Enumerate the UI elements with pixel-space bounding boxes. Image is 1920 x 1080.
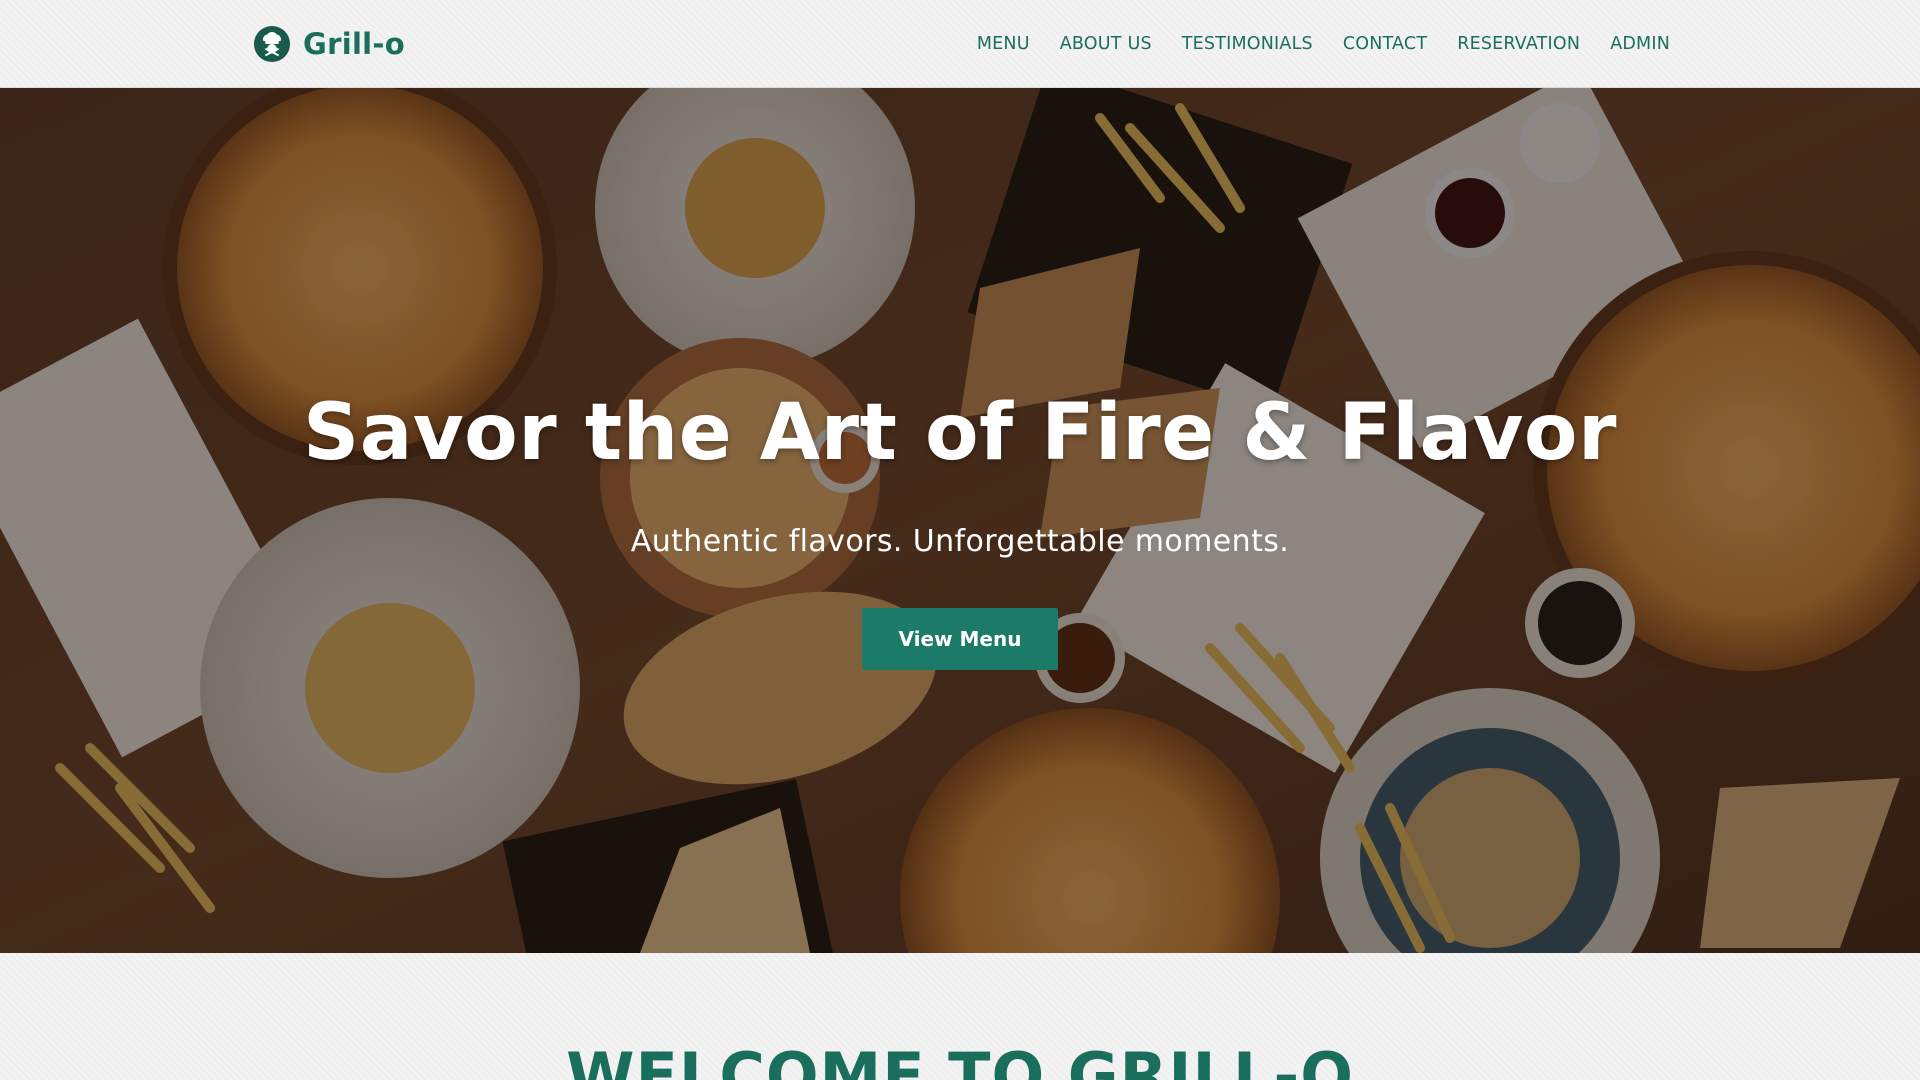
nav-item-menu[interactable]: MENU	[977, 30, 1030, 58]
view-menu-button[interactable]: View Menu	[862, 608, 1058, 670]
hero-content: Savor the Art of Fire & Flavor Authentic…	[0, 88, 1920, 953]
nav-item-contact[interactable]: CONTACT	[1343, 30, 1427, 58]
nav-item-admin[interactable]: ADMIN	[1610, 30, 1670, 58]
hero-section: Savor the Art of Fire & Flavor Authentic…	[0, 88, 1920, 953]
nav-item-testimonials[interactable]: TESTIMONIALS	[1182, 30, 1313, 58]
nav-item-about-us[interactable]: ABOUT US	[1060, 30, 1152, 58]
main-nav: MENU ABOUT US TESTIMONIALS CONTACT RESER…	[947, 30, 1670, 58]
site-header: Grill-o MENU ABOUT US TESTIMONIALS CONTA…	[0, 0, 1920, 88]
hero-subtitle: Authentic flavors. Unforgettable moments…	[630, 524, 1290, 559]
brand-link[interactable]: Grill-o	[253, 24, 405, 64]
nav-item-reservation[interactable]: RESERVATION	[1457, 30, 1580, 58]
chef-icon	[253, 25, 291, 63]
hero-title: Savor the Art of Fire & Flavor	[303, 388, 1617, 478]
brand-name: Grill-o	[303, 27, 405, 61]
welcome-title: WELCOME TO GRILL-O	[566, 1039, 1354, 1080]
welcome-section: WELCOME TO GRILL-O	[0, 953, 1920, 1080]
